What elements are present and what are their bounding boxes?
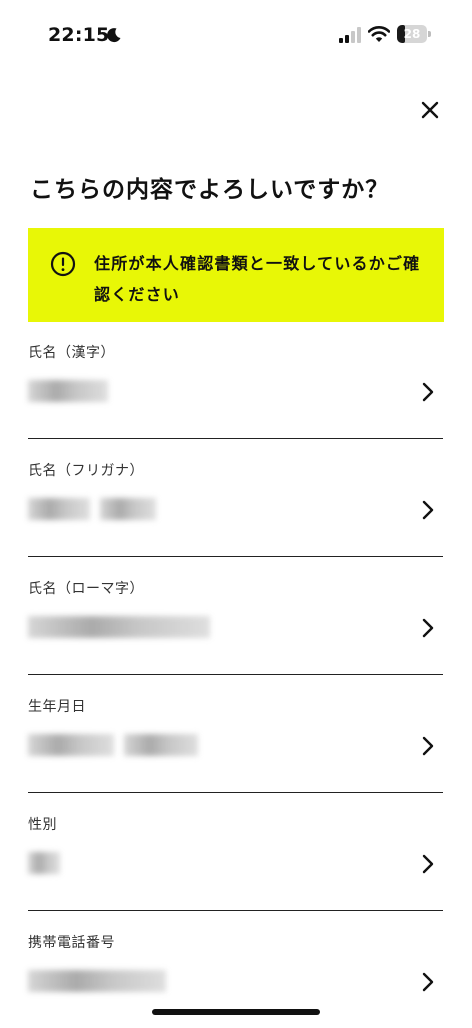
notice-text: 住所が本人確認書類と一致しているかご確認ください <box>94 254 421 304</box>
close-icon <box>421 101 439 119</box>
page-title: こちらの内容でよろしいですか？ <box>30 177 390 203</box>
field-label: 氏名（ローマ字） <box>28 581 144 597</box>
chevron-right-icon <box>422 854 434 874</box>
field-row-name-kanji[interactable]: 氏名（漢字） <box>28 320 443 439</box>
chevron-right-icon <box>422 382 434 402</box>
moon-icon <box>107 28 121 43</box>
home-indicator[interactable] <box>152 1009 320 1015</box>
signal-icon <box>339 27 361 43</box>
battery-level: 28 <box>403 27 421 41</box>
chevron-right-icon <box>422 500 434 520</box>
field-label: 氏名（漢字） <box>28 345 115 361</box>
exclamation-icon <box>50 251 76 277</box>
status-time: 22:15 <box>48 24 110 46</box>
field-label: 携帯電話番号 <box>28 935 115 951</box>
status-bar: 22:15 28 <box>0 0 472 72</box>
close-button[interactable] <box>414 94 446 126</box>
field-row-name-furigana[interactable]: 氏名（フリガナ） <box>28 438 443 557</box>
address-notice-banner: 住所が本人確認書類と一致しているかご確認ください <box>28 228 444 322</box>
field-row-birthdate[interactable]: 生年月日 <box>28 674 443 793</box>
chevron-right-icon <box>422 618 434 638</box>
field-row-gender[interactable]: 性別 <box>28 792 443 911</box>
field-label: 氏名（フリガナ） <box>28 463 144 479</box>
chevron-right-icon <box>422 972 434 992</box>
battery-icon: 28 <box>397 25 433 43</box>
chevron-right-icon <box>422 736 434 756</box>
field-label: 性別 <box>28 817 57 833</box>
wifi-icon <box>368 26 390 42</box>
field-row-name-romaji[interactable]: 氏名（ローマ字） <box>28 556 443 675</box>
field-label: 生年月日 <box>28 699 86 715</box>
